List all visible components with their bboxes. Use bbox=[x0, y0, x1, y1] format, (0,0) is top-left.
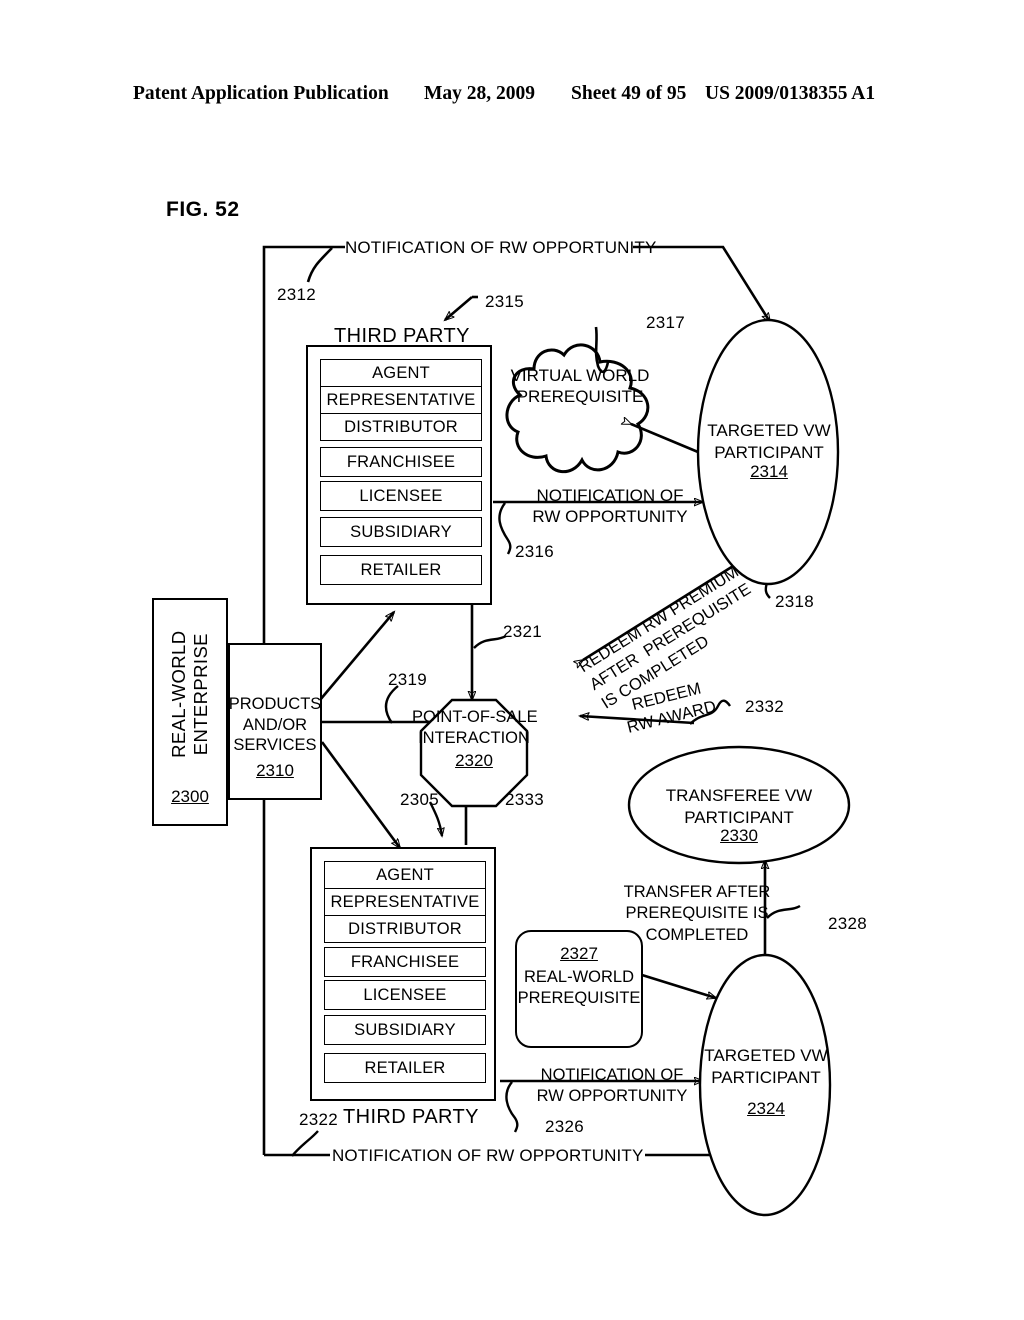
real-world-prerequisite-label: REAL-WORLD PREREQUISITE bbox=[517, 968, 641, 1008]
line-products-to-thirdparty-bottom-2305 bbox=[320, 741, 400, 848]
leader-2326 bbox=[505, 1081, 519, 1133]
line-products-to-thirdparty-top bbox=[319, 612, 394, 701]
ref-2321: 2321 bbox=[503, 622, 543, 641]
real-world-enterprise-ref: 2300 bbox=[171, 787, 209, 806]
transferee-vw-participant-label: TRANSFEREE VW PARTICIPANT bbox=[665, 786, 813, 828]
ref-2328: 2328 bbox=[828, 914, 868, 933]
transferee-vw-participant-ref: 2330 bbox=[720, 826, 758, 845]
list-item: FRANCHISEE bbox=[320, 447, 482, 477]
targeted-vw-participant-bottom-label: TARGETED VW PARTICIPANT bbox=[704, 1046, 828, 1088]
point-of-sale-ref: 2320 bbox=[455, 751, 493, 770]
ref-2319: 2319 bbox=[388, 670, 428, 689]
list-item: AGENT bbox=[320, 359, 482, 387]
leader-2316 bbox=[498, 502, 512, 555]
targeted-vw-participant-top-label: TARGETED VW PARTICIPANT bbox=[707, 421, 831, 463]
leader-arrow-2315 bbox=[445, 296, 473, 320]
list-item: SUBSIDIARY bbox=[324, 1015, 486, 1045]
list-item: SUBSIDIARY bbox=[320, 517, 482, 547]
list-item: AGENT bbox=[324, 861, 486, 889]
ref-2333: 2333 bbox=[505, 790, 545, 809]
label-notification-top: NOTIFICATION OF RW OPPORTUNITY bbox=[345, 238, 657, 257]
targeted-vw-participant-bottom-ref: 2324 bbox=[747, 1099, 785, 1118]
list-item: REPRESENTATIVE bbox=[320, 386, 482, 414]
ref-2317: 2317 bbox=[646, 313, 686, 332]
line-rwprereq-targetedvw-2324 bbox=[642, 975, 716, 998]
ref-2318: 2318 bbox=[775, 592, 815, 611]
virtual-world-prerequisite-cloud bbox=[505, 343, 650, 473]
third-party-bottom-box: AGENT REPRESENTATIVE DISTRIBUTOR FRANCHI… bbox=[310, 847, 496, 1101]
label-notification-2316: NOTIFICATION OF RW OPPORTUNITY bbox=[532, 486, 688, 527]
ref-2305: 2305 bbox=[400, 790, 440, 809]
leader-2312 bbox=[306, 247, 333, 283]
label-notification-bottom: NOTIFICATION OF RW OPPORTUNITY bbox=[330, 1146, 646, 1167]
label-notification-2326: NOTIFICATION OF RW OPPORTUNITY bbox=[536, 1066, 688, 1106]
list-item: REPRESENTATIVE bbox=[324, 888, 486, 916]
targeted-vw-participant-top-ref: 2314 bbox=[750, 462, 788, 481]
ref-2316: 2316 bbox=[515, 542, 555, 561]
real-world-enterprise-label: REAL-WORLD ENTERPRISE bbox=[167, 630, 211, 758]
list-item: RETAILER bbox=[324, 1053, 486, 1083]
list-item: DISTRIBUTOR bbox=[320, 413, 482, 441]
leader-2328 bbox=[766, 904, 801, 919]
third-party-top-box: AGENT REPRESENTATIVE DISTRIBUTOR FRANCHI… bbox=[306, 345, 492, 605]
third-party-bottom-title: THIRD PARTY bbox=[343, 1106, 479, 1128]
line-top-notification-to-targeted-vw bbox=[633, 245, 770, 322]
leader-2322 bbox=[291, 1130, 319, 1157]
ref-2326: 2326 bbox=[545, 1117, 585, 1136]
list-item: DISTRIBUTOR bbox=[324, 915, 486, 943]
ref-2322: 2322 bbox=[299, 1110, 339, 1129]
list-item: FRANCHISEE bbox=[324, 947, 486, 977]
list-item: LICENSEE bbox=[320, 481, 482, 511]
point-of-sale-label: POINT-OF-SALE INTERACTION bbox=[412, 708, 538, 748]
leader-2321 bbox=[473, 634, 507, 649]
real-world-prerequisite-ref: 2327 bbox=[560, 944, 598, 963]
patent-page: Patent Application Publication May 28, 2… bbox=[0, 0, 1024, 1320]
ref-2332: 2332 bbox=[745, 697, 785, 716]
products-services-ref: 2310 bbox=[256, 761, 294, 780]
virtual-world-prerequisite-label: VIRTUAL WORLD PREREQUISITE bbox=[510, 366, 650, 407]
ref-2312: 2312 bbox=[277, 285, 317, 304]
ref-2315: 2315 bbox=[485, 292, 525, 311]
label-transfer-after: TRANSFER AFTER PREREQUISITE IS COMPLETED bbox=[623, 883, 771, 944]
list-item: LICENSEE bbox=[324, 980, 486, 1010]
products-services-label: PRODUCTS AND/OR SERVICES bbox=[228, 695, 322, 755]
leader-2319 bbox=[384, 685, 399, 724]
list-item: RETAILER bbox=[320, 555, 482, 585]
